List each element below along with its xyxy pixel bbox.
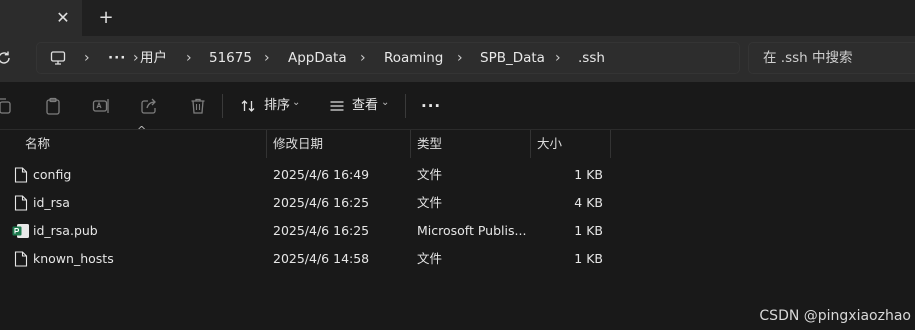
chevron-right-icon[interactable]: ›	[457, 43, 463, 73]
breadcrumb-appdata[interactable]: AppData	[288, 43, 347, 73]
share-icon[interactable]	[139, 96, 159, 116]
sort-label: 排序	[264, 98, 291, 113]
file-row[interactable]: id_rsa 2025/4/6 16:25 文件 4 KB	[0, 189, 700, 217]
tab-current[interactable]: ✕	[0, 0, 82, 36]
file-row[interactable]: config 2025/4/6 16:49 文件 1 KB	[0, 161, 700, 189]
file-row[interactable]: known_hosts 2025/4/6 14:58 文件 1 KB	[0, 245, 700, 273]
file-modified: 2025/4/6 16:49	[273, 167, 370, 182]
file-icon	[14, 167, 28, 183]
file-modified: 2025/4/6 14:58	[273, 251, 370, 266]
chevron-right-icon[interactable]: ›	[555, 43, 561, 73]
file-name[interactable]: config	[33, 161, 71, 189]
file-size: 1 KB	[574, 251, 603, 266]
search-placeholder: 在 .ssh 中搜索	[763, 50, 853, 66]
rename-icon[interactable]	[91, 96, 111, 116]
breadcrumb-spb-data[interactable]: SPB_Data	[480, 43, 545, 73]
chevron-right-icon[interactable]: ›	[360, 43, 366, 73]
file-type: 文件	[417, 195, 443, 210]
file-size: 4 KB	[574, 195, 603, 210]
paste-icon[interactable]	[43, 96, 63, 116]
more-options-button[interactable]: ···	[421, 94, 441, 118]
copy-icon[interactable]	[0, 96, 14, 116]
file-type: 文件	[417, 251, 443, 266]
sort-icon	[241, 100, 255, 112]
refresh-icon[interactable]	[0, 48, 14, 68]
file-size: 1 KB	[574, 223, 603, 238]
breadcrumb-roaming[interactable]: Roaming	[384, 43, 443, 73]
file-name[interactable]: known_hosts	[33, 245, 114, 273]
file-row[interactable]: id_rsa.pub 2025/4/6 16:25 Microsoft Publ…	[0, 217, 700, 245]
column-header-name[interactable]: 名称	[25, 130, 50, 158]
column-header-modified[interactable]: 修改日期	[273, 130, 323, 158]
search-input[interactable]: 在 .ssh 中搜索	[748, 42, 915, 74]
delete-icon[interactable]	[188, 96, 208, 116]
breadcrumb-ssh[interactable]: .ssh	[578, 43, 605, 73]
sort-caret-icon: ^	[137, 124, 147, 137]
tab-bar: ✕ +	[0, 0, 915, 36]
watermark: CSDN @pingxiaozhao	[759, 308, 911, 324]
address-bar[interactable]: › ··· › 用户 › 51675 › AppData › Roaming ›…	[36, 42, 740, 74]
column-header-type[interactable]: 类型	[417, 130, 442, 158]
chevron-down-icon: ⌄	[292, 97, 301, 108]
view-icon	[330, 101, 344, 111]
chevron-right-icon[interactable]: ›	[264, 43, 270, 73]
file-modified: 2025/4/6 16:25	[273, 195, 370, 210]
file-type: 文件	[417, 167, 443, 182]
column-divider[interactable]	[530, 130, 531, 158]
chevron-down-icon: ⌄	[381, 97, 390, 108]
close-icon[interactable]: ✕	[53, 8, 73, 28]
file-icon	[14, 251, 28, 267]
chevron-right-icon[interactable]: ›	[186, 43, 192, 73]
column-divider[interactable]	[610, 130, 611, 158]
file-type: Microsoft Publis...	[417, 223, 527, 238]
plus-icon[interactable]: +	[96, 8, 116, 28]
column-divider[interactable]	[410, 130, 411, 158]
chevron-right-icon[interactable]: ›	[84, 43, 90, 73]
file-name[interactable]: id_rsa.pub	[33, 217, 98, 245]
file-icon	[14, 195, 28, 211]
file-size: 1 KB	[574, 167, 603, 182]
breadcrumb-overflow[interactable]: ···	[108, 43, 126, 73]
toolbar-divider	[222, 94, 223, 118]
file-name[interactable]: id_rsa	[33, 189, 70, 217]
column-header-size[interactable]: 大小	[537, 130, 562, 158]
breadcrumb-users[interactable]: 用户	[140, 43, 167, 73]
toolbar-divider	[405, 94, 406, 118]
breadcrumb-user[interactable]: 51675	[209, 43, 252, 73]
monitor-icon[interactable]	[50, 50, 66, 66]
chevron-right-icon[interactable]: ›	[133, 43, 139, 73]
view-label: 查看	[352, 98, 379, 113]
column-divider[interactable]	[266, 130, 267, 158]
publisher-file-icon	[12, 224, 29, 238]
command-bar: 排序 ⌄ 查看 ⌄ ···	[0, 82, 915, 130]
file-modified: 2025/4/6 16:25	[273, 223, 370, 238]
